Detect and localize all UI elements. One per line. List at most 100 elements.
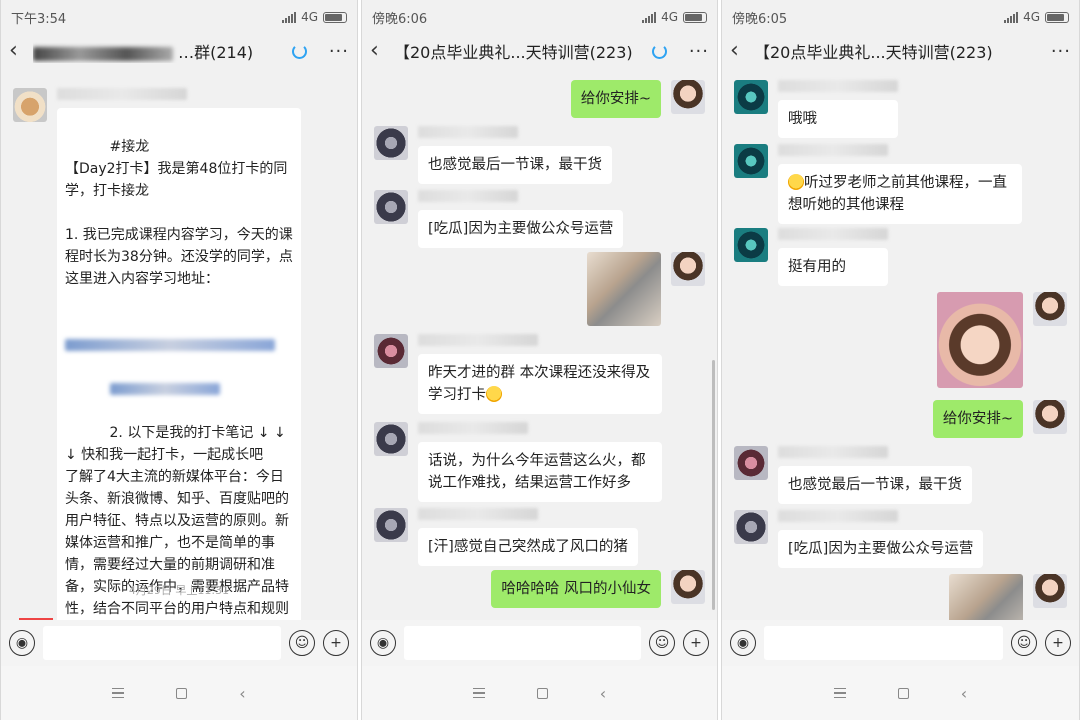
home-icon[interactable] [176,687,188,699]
voice-icon[interactable]: ◉ [9,630,35,656]
avatar[interactable] [1033,400,1067,434]
avatar[interactable] [671,570,705,604]
message-bubble[interactable]: 也感觉最后一节课，最干货 [778,466,972,504]
back-nav-icon[interactable]: ‹ [600,684,606,703]
sender-name [57,88,187,100]
message-bubble[interactable]: #接龙 【Day2打卡】我是第48位打卡的同学，打卡接龙 1. 我已完成课程内容… [57,108,301,620]
status-time: 傍晚6:06 [372,11,428,27]
avatar[interactable] [374,334,408,368]
avatar[interactable] [734,228,768,262]
sender-name [418,334,538,346]
avatar[interactable] [374,126,408,160]
voice-icon[interactable]: ◉ [730,630,756,656]
chat-area[interactable]: 哦哦 听过罗老师之前其他课程，一直想听她的其他课程 挺有用的 给你安排~ 也感觉… [722,70,1079,620]
message-input[interactable] [43,626,281,660]
blurred-link[interactable] [65,339,275,351]
system-nav-bar: ‹ [1,666,357,720]
avatar[interactable] [13,88,47,122]
signal-icon [282,11,297,23]
more-dots-icon[interactable]: ··· [329,41,349,62]
loading-ring-icon [651,43,667,59]
more-dots-icon[interactable]: ··· [1051,41,1071,62]
signal-icon [1004,11,1019,23]
chat-header: ‹ 【20点毕业典礼...天特训营(223) ··· [362,34,717,68]
loading-ring-icon [291,43,307,59]
chat-area[interactable]: 给你安排~ 也感觉最后一节课，最干货 [吃瓜]因为主要做公众号运营 昨天才进的群… [362,70,717,620]
cat-photo[interactable] [949,574,1023,620]
chat-title: 【20点毕业典礼...天特训营(223) [394,43,633,62]
message-input[interactable] [404,626,641,660]
emoji-icon[interactable]: ☺ [649,630,675,656]
message-bubble[interactable]: [吃瓜]因为主要做公众号运营 [778,530,984,568]
message-timestamp: 4月29日 早上11:31 [128,584,230,597]
message-bubble[interactable]: 挺有用的 [778,248,888,286]
sender-name [778,80,898,92]
network-label: 4G [1023,10,1040,24]
phone-screen-2: 傍晚6:06 4G ‹ 【20点毕业典礼...天特训营(223) ··· 给你安… [361,0,718,720]
message-bubble[interactable]: [吃瓜]因为主要做公众号运营 [418,210,624,248]
message-bubble[interactable]: 哦哦 [778,100,898,138]
voice-icon[interactable]: ◉ [370,630,396,656]
message-bubble[interactable]: 也感觉最后一节课，最干货 [418,146,612,184]
avatar[interactable] [734,80,768,114]
message-bubble[interactable]: 话说，为什么今年运营这么火，都说工作难找，结果运营工作好多 [418,442,662,502]
status-bar: 下午3:54 4G [1,0,357,34]
message-item: 也感觉最后一节课，最干货 [734,446,972,504]
back-nav-icon[interactable]: ‹ [961,684,967,703]
menu-icon[interactable] [833,687,846,699]
message-input[interactable] [764,626,1003,660]
emoji-icon[interactable]: ☺ [289,630,315,656]
message-bubble[interactable]: 听过罗老师之前其他课程，一直想听她的其他课程 [778,164,1022,224]
input-bar: ◉ ☺ + [362,620,717,666]
message-item: 挺有用的 [734,228,888,286]
add-icon[interactable]: + [323,630,349,656]
menu-icon[interactable] [472,687,485,699]
system-nav-bar: ‹ [362,666,717,720]
message-item [587,252,705,326]
back-nav-icon[interactable]: ‹ [239,684,245,703]
avatar[interactable] [734,510,768,544]
girl-photo[interactable] [937,292,1023,388]
phone-screen-3: 傍晚6:05 4G ‹ 【20点毕业典礼...天特训营(223) ··· 哦哦 … [721,0,1080,720]
home-icon[interactable] [536,687,548,699]
message-bubble[interactable]: 哈哈哈哈 风口的小仙女 [491,570,661,608]
message-item: [汗]感觉自己突然成了风口的猪 [374,508,638,566]
message-bubble[interactable]: 给你安排~ [932,400,1023,438]
avatar[interactable] [1033,574,1067,608]
battery-icon [1045,11,1069,23]
avatar[interactable] [734,446,768,480]
avatar[interactable] [374,508,408,542]
chat-header: ‹ 【20点毕业典礼...天特训营(223) ··· [722,34,1079,68]
avatar[interactable] [1033,292,1067,326]
home-icon[interactable] [897,687,909,699]
chat-area[interactable]: #接龙 【Day2打卡】我是第48位打卡的同学，打卡接龙 1. 我已完成课程内容… [1,70,357,620]
back-icon[interactable]: ‹ [9,40,33,62]
scrollbar[interactable] [712,360,715,610]
message-bubble[interactable]: 给你安排~ [570,80,661,118]
avatar[interactable] [374,190,408,224]
message-item: [吃瓜]因为主要做公众号运营 [374,190,624,248]
back-icon[interactable]: ‹ [730,40,754,62]
sender-name [778,144,888,156]
add-icon[interactable]: + [683,630,709,656]
cat-photo[interactable] [587,252,661,326]
avatar[interactable] [671,80,705,114]
avatar[interactable] [671,252,705,286]
emoji-icon[interactable]: ☺ [1011,630,1037,656]
add-icon[interactable]: + [1045,630,1071,656]
status-time: 下午3:54 [11,11,67,27]
menu-icon[interactable] [112,687,125,699]
message-bubble[interactable]: 昨天才进的群 本次课程还没来得及学习打卡 [418,354,662,414]
message-bubble[interactable]: [汗]感觉自己突然成了风口的猪 [418,528,638,566]
sender-name [418,190,518,202]
sender-name [418,126,518,138]
avatar[interactable] [734,144,768,178]
avatar[interactable] [374,422,408,456]
blurred-link[interactable] [109,383,220,395]
chat-title: …群(214) [33,39,292,63]
back-icon[interactable]: ‹ [370,40,394,62]
more-dots-icon[interactable]: ··· [689,41,709,62]
message-text: #接龙 【Day2打卡】我是第48位打卡的同学，打卡接龙 1. 我已完成课程内容… [65,139,293,287]
system-nav-bar: ‹ [722,666,1079,720]
message-item [949,574,1067,620]
